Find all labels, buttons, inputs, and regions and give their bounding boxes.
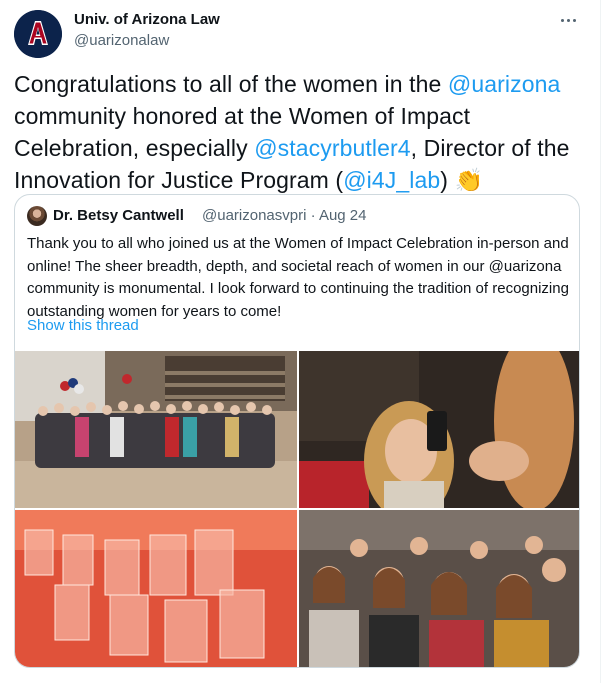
author-name[interactable]: Univ. of Arizona Law <box>74 11 220 28</box>
tweet-card: Univ. of Arizona Law @uarizonalaw Congra… <box>0 0 601 683</box>
author-avatar[interactable] <box>14 10 62 58</box>
tweet-header: Univ. of Arizona Law @uarizonalaw <box>14 10 586 58</box>
photo-grid <box>15 351 579 667</box>
photo-group[interactable] <box>15 351 297 508</box>
quoted-tweet-text: Thank you to all who joined us at the Wo… <box>27 235 569 320</box>
show-thread-link[interactable]: Show this thread <box>27 317 139 334</box>
mention-uarizona[interactable]: @uarizona <box>448 71 560 97</box>
more-horizontal-icon <box>560 18 564 22</box>
audience-image <box>299 510 579 667</box>
photo-audience[interactable] <box>299 510 579 667</box>
author-handle[interactable]: @uarizonalaw <box>74 32 169 49</box>
mention-stacyrbutler4[interactable]: @stacyrbutler4 <box>254 135 410 161</box>
tweet-text: Congratulations to all of the women in t… <box>14 71 570 193</box>
glass-awards-image <box>15 510 297 667</box>
group-photo-image <box>15 351 297 508</box>
quoted-author-handle-date: @uarizonasvpri · Aug 24 <box>202 207 367 224</box>
mention-i4j-lab[interactable]: @i4J_lab <box>343 167 440 193</box>
photo-girl-phone[interactable] <box>299 351 579 508</box>
arizona-logo-icon <box>14 10 62 58</box>
quoted-tweet[interactable]: Dr. Betsy Cantwell @uarizonasvpri · Aug … <box>14 194 580 668</box>
girl-phone-image <box>299 351 579 508</box>
quoted-author-avatar <box>27 206 47 226</box>
more-options-button[interactable] <box>554 10 582 30</box>
photo-awards[interactable] <box>15 510 297 667</box>
clapping-hands-icon: 👏 <box>454 167 484 193</box>
quoted-author-name: Dr. Betsy Cantwell <box>53 207 184 224</box>
